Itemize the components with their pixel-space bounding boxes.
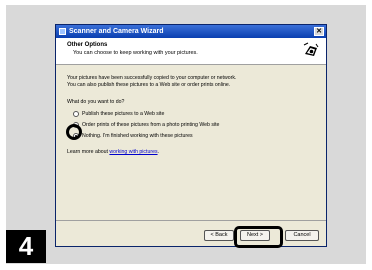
info-text-line2: You can also publish these pictures to a… <box>67 82 231 88</box>
question-label: What do you want to do? <box>67 99 125 105</box>
close-button[interactable]: ✕ <box>314 27 324 36</box>
option-label-nothing[interactable]: Nothing. I'm finished working with these… <box>82 133 193 139</box>
wizard-camera-icon <box>302 42 320 59</box>
header-title: Other Options <box>67 42 108 48</box>
window-title: Scanner and Camera Wizard <box>69 28 164 35</box>
title-bar[interactable]: Scanner and Camera Wizard ✕ <box>56 25 326 38</box>
scanner-camera-icon <box>59 28 66 35</box>
footer-separator <box>56 220 326 221</box>
option-label-order-prints[interactable]: Order prints of these pictures from a ph… <box>82 122 219 128</box>
header-subtitle: You can choose to keep working with your… <box>73 50 198 56</box>
cancel-button[interactable]: Cancel <box>285 230 319 241</box>
wizard-header: Other Options You can choose to keep wor… <box>56 38 326 65</box>
wizard-window: Scanner and Camera Wizard ✕ Other Option… <box>55 24 327 247</box>
option-label-publish[interactable]: Publish these pictures to a Web site <box>82 111 164 117</box>
learn-more-prefix: Learn more about <box>67 149 110 155</box>
info-text-line1: Your pictures have been successfully cop… <box>67 75 237 81</box>
highlight-rectangle <box>234 226 283 248</box>
learn-more-suffix: . <box>157 149 160 155</box>
learn-more-text: Learn more about working with pictures. <box>67 149 159 155</box>
learn-more-link[interactable]: working with pictures <box>109 149 157 155</box>
radio-publish-web[interactable] <box>73 111 79 117</box>
highlight-circle <box>66 124 82 140</box>
step-number: 4 <box>6 230 46 263</box>
back-button[interactable]: < Back <box>204 230 234 241</box>
